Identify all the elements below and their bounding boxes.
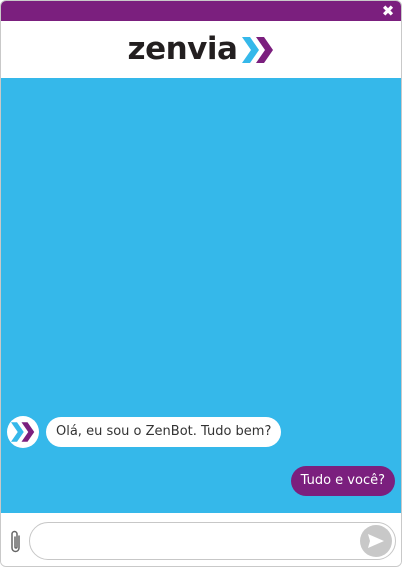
top-bar: ✖ <box>1 1 401 21</box>
send-icon <box>368 534 384 548</box>
double-chevron-icon <box>242 36 274 63</box>
close-icon[interactable]: ✖ <box>381 3 395 19</box>
bot-message-row: Olá, eu sou o ZenBot. Tudo bem? <box>7 416 282 448</box>
composer-bar <box>1 513 401 566</box>
double-chevron-icon <box>11 422 35 442</box>
message-input[interactable] <box>29 522 396 560</box>
chat-widget: ✖ zenvia Olá, eu sou o ZenBot. Tudo bem?… <box>0 0 402 567</box>
chat-header: zenvia <box>1 21 401 78</box>
brand-name: zenvia <box>127 31 238 67</box>
brand-logo: zenvia <box>128 34 275 65</box>
chat-messages-area[interactable]: Olá, eu sou o ZenBot. Tudo bem? Tudo e v… <box>1 78 401 513</box>
bot-message-bubble: Olá, eu sou o ZenBot. Tudo bem? <box>46 417 282 447</box>
user-message-bubble: Tudo e você? <box>290 466 395 496</box>
paperclip-icon[interactable] <box>7 529 25 555</box>
bot-avatar <box>7 416 39 448</box>
send-button[interactable] <box>360 525 392 557</box>
